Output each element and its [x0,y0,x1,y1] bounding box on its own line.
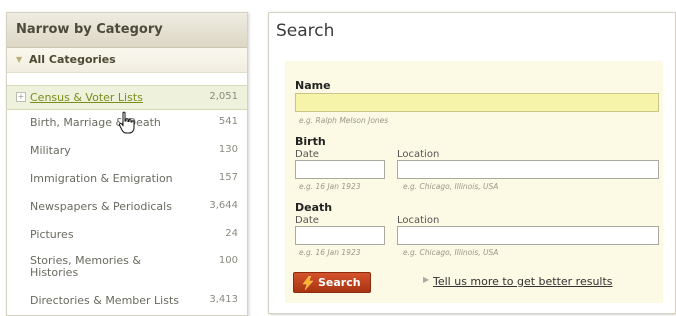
lightning-icon [302,276,314,290]
category-count: 541 [218,116,238,127]
category-count: 3,644 [209,200,238,211]
category-label[interactable]: Immigration & Emigration [30,172,173,185]
category-label[interactable]: Pictures [30,228,74,241]
category-item[interactable]: Immigration & Emigration 157 [7,167,247,191]
birth-label: Birth [295,135,326,148]
category-count: 3,413 [209,294,238,305]
birth-location-hint: e.g. Chicago, Illinois, USA [403,182,499,191]
category-label[interactable]: Birth, Marriage & Death [30,116,161,129]
caret-down-icon: ▼ [16,55,23,64]
all-categories-toggle[interactable]: ▼ All Categories [7,48,247,73]
narrow-by-category-panel: Narrow by Category ▼ All Categories + Ce… [6,12,248,316]
category-item[interactable]: + Census & Voter Lists 2,051 [7,85,247,110]
death-date-input[interactable] [295,226,385,245]
category-count: 24 [225,228,238,239]
death-label: Death [295,201,333,214]
arrow-right-icon: ▶ [423,275,430,284]
birth-location-label: Location [397,149,440,160]
category-count: 100 [218,255,238,266]
birth-date-hint: e.g. 16 Jan 1923 [299,182,361,191]
category-count: 157 [218,172,238,183]
name-input[interactable] [295,93,659,112]
category-item[interactable]: Newspapers & Periodicals 3,644 [7,195,247,219]
name-label: Name [295,79,331,92]
death-location-label: Location [397,215,440,226]
search-button-label: Search [318,276,361,289]
birth-location-input[interactable] [397,160,659,179]
death-date-hint: e.g. 16 Jan 1923 [299,248,361,257]
panel-title: Narrow by Category [7,13,247,48]
category-item[interactable]: Military 130 [7,139,247,163]
search-panel: Search Name e.g. Ralph Melson Jones Birt… [268,12,676,314]
name-hint: e.g. Ralph Melson Jones [299,116,389,125]
category-label[interactable]: Directories & Member Lists [30,294,179,307]
search-title: Search [276,21,335,41]
better-results-link[interactable]: Tell us more to get better results [433,275,613,288]
search-form: Name e.g. Ralph Melson Jones Birth Date … [285,61,663,303]
category-count: 2,051 [209,91,238,102]
category-item[interactable]: Stories, Memories & Histories 100 [7,249,247,287]
category-label[interactable]: Military [30,144,71,157]
category-label[interactable]: Newspapers & Periodicals [30,200,172,213]
category-count: 130 [218,144,238,155]
hand-cursor-icon [118,111,135,134]
category-label[interactable]: Stories, Memories & Histories [30,255,180,279]
death-date-label: Date [295,215,319,226]
all-categories-label: All Categories [29,53,116,66]
expand-icon[interactable]: + [16,92,26,102]
birth-date-label: Date [295,149,319,160]
death-location-hint: e.g. Chicago, Illinois, USA [403,248,499,257]
death-location-input[interactable] [397,226,659,245]
category-label[interactable]: Census & Voter Lists [30,91,143,104]
category-item[interactable]: Pictures 24 [7,223,247,247]
birth-date-input[interactable] [295,160,385,179]
search-button[interactable]: Search [293,272,371,293]
category-item[interactable]: Directories & Member Lists 3,413 [7,289,247,313]
